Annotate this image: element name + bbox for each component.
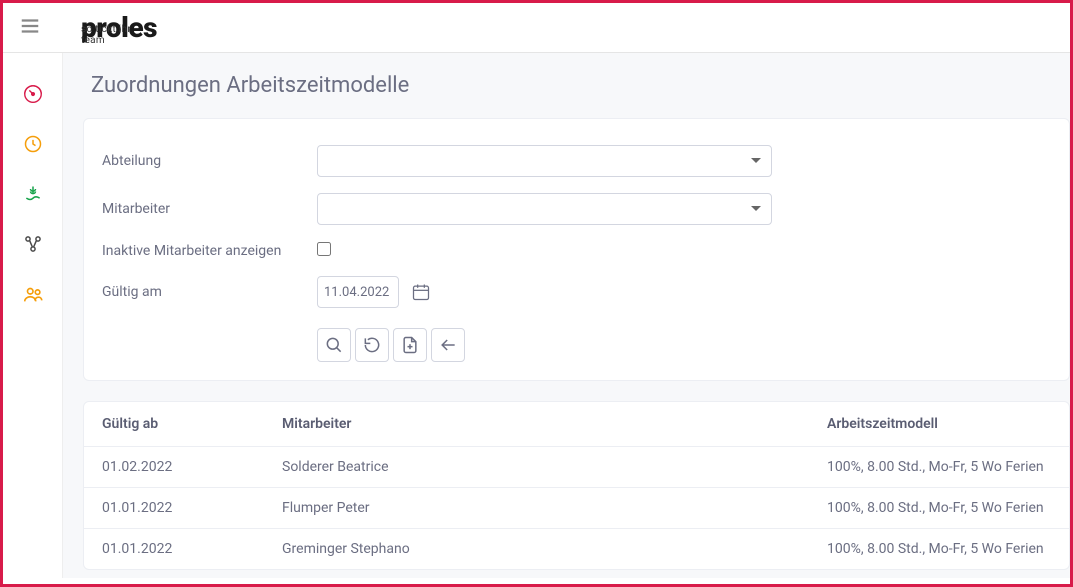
- logo-subtitle: so tickt ihr team: [81, 24, 157, 46]
- cell-modell: 100%, 8.00 Std., Mo-Fr, 5 Wo Ferien: [809, 488, 1069, 529]
- cell-mitarbeiter: Flumper Peter: [264, 488, 809, 529]
- back-button[interactable]: [431, 328, 465, 362]
- results-panel: Gültig ab Mitarbeiter Arbeitszeitmodell …: [83, 401, 1070, 570]
- abteilung-select[interactable]: [317, 145, 772, 177]
- clock-icon[interactable]: [22, 133, 44, 155]
- cell-mitarbeiter: Solderer Beatrice: [264, 447, 809, 488]
- col-modell: Arbeitszeitmodell: [809, 402, 1069, 447]
- table-row[interactable]: 01.01.2022 Flumper Peter 100%, 8.00 Std.…: [84, 488, 1069, 529]
- col-gueltig-ab: Gültig ab: [84, 402, 264, 447]
- gueltig-am-input[interactable]: [317, 276, 399, 308]
- main-content: Zuordnungen Arbeitszeitmodelle Abteilung…: [63, 53, 1070, 578]
- cell-mitarbeiter: Greminger Stephano: [264, 529, 809, 570]
- people-icon[interactable]: [22, 283, 44, 305]
- search-button[interactable]: [317, 328, 351, 362]
- cell-gueltig-ab: 01.01.2022: [84, 488, 264, 529]
- filter-panel: Abteilung Mitarbeiter Inaktive Mitarbeit…: [83, 118, 1070, 381]
- calendar-button[interactable]: [405, 276, 437, 308]
- col-mitarbeiter: Mitarbeiter: [264, 402, 809, 447]
- mitarbeiter-select[interactable]: [317, 193, 772, 225]
- cell-modell: 100%, 8.00 Std., Mo-Fr, 5 Wo Ferien: [809, 529, 1069, 570]
- dashboard-icon[interactable]: [22, 83, 44, 105]
- logo: proles so tickt ihr team: [81, 11, 157, 44]
- cell-modell: 100%, 8.00 Std., Mo-Fr, 5 Wo Ferien: [809, 447, 1069, 488]
- money-icon[interactable]: [22, 183, 44, 205]
- inaktiv-checkbox[interactable]: [317, 242, 331, 256]
- table-row[interactable]: 01.01.2022 Greminger Stephano 100%, 8.00…: [84, 529, 1069, 570]
- mitarbeiter-label: Mitarbeiter: [102, 201, 317, 217]
- reset-button[interactable]: [355, 328, 389, 362]
- gueltig-am-label: Gültig am: [102, 284, 317, 300]
- results-table: Gültig ab Mitarbeiter Arbeitszeitmodell …: [84, 402, 1069, 569]
- cell-gueltig-ab: 01.02.2022: [84, 447, 264, 488]
- new-button[interactable]: [393, 328, 427, 362]
- abteilung-label: Abteilung: [102, 153, 317, 169]
- menu-toggle-button[interactable]: [19, 15, 41, 41]
- inaktiv-label: Inaktive Mitarbeiter anzeigen: [102, 243, 317, 259]
- sidebar: [3, 53, 63, 578]
- cell-gueltig-ab: 01.01.2022: [84, 529, 264, 570]
- network-icon[interactable]: [22, 233, 44, 255]
- page-title: Zuordnungen Arbeitszeitmodelle: [83, 73, 1070, 98]
- header: proles so tickt ihr team: [3, 3, 1070, 53]
- table-row[interactable]: 01.02.2022 Solderer Beatrice 100%, 8.00 …: [84, 447, 1069, 488]
